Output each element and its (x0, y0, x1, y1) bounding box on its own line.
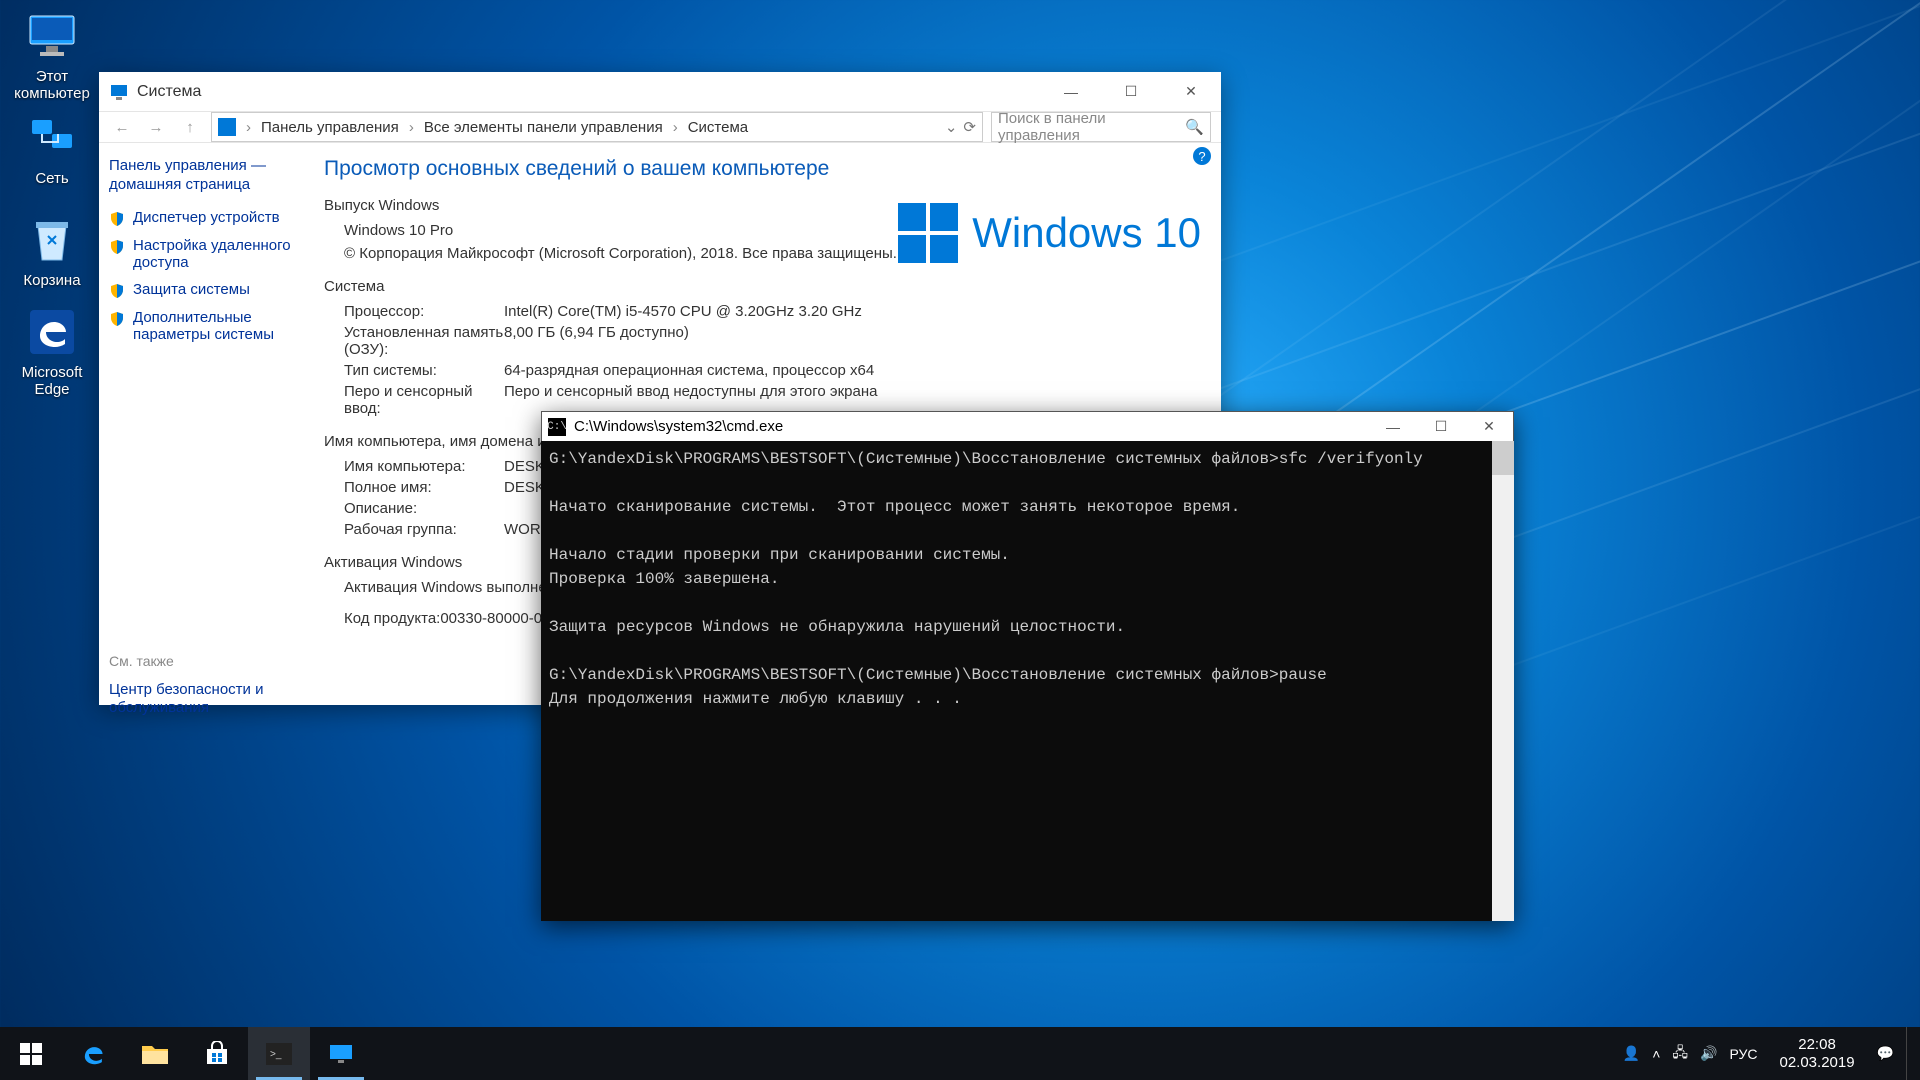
folder-icon (141, 1042, 169, 1066)
shield-icon (109, 239, 125, 255)
sidebar-home-link[interactable]: Панель управления — домашняя страница (109, 157, 294, 195)
action-center-icon[interactable]: 💬 (1877, 1045, 1894, 1062)
page-title: Просмотр основных сведений о вашем компь… (324, 157, 1201, 181)
taskbar-edge[interactable] (62, 1027, 124, 1080)
value-type: 64-разрядная операционная система, проце… (504, 362, 1201, 379)
recycle-bin-icon (24, 212, 80, 268)
taskbar-cmd[interactable]: >_ (248, 1027, 310, 1080)
shield-icon (109, 283, 125, 299)
tray-chevron-icon[interactable]: ˄ (1652, 1046, 1660, 1062)
cmd-window: C:\ C:\Windows\system32\cmd.exe — ☐ ✕ G:… (541, 411, 1514, 921)
cmd-icon: C:\ (548, 418, 566, 436)
desktop-icon-label: Этот компьютер (2, 68, 102, 103)
search-icon: 🔍 (1185, 118, 1204, 136)
svg-text:>_: >_ (270, 1049, 282, 1060)
desktop-icon-this-pc[interactable]: Этот компьютер (2, 8, 102, 103)
system-tray: 👤 ˄ 🖧 🔊 РУС 22:08 02.03.2019 💬 (1623, 1027, 1920, 1080)
titlebar[interactable]: Система — ☐ ✕ (99, 72, 1221, 112)
maximize-button[interactable]: ☐ (1417, 412, 1465, 442)
cmd-output[interactable]: G:\YandexDisk\PROGRAMS\BESTSOFT\(Системн… (541, 441, 1492, 921)
address-bar: ← → ↑ › Панель управления › Все элементы… (99, 112, 1221, 143)
desktop-icon-label: Корзина (2, 272, 102, 289)
monitor-icon (24, 8, 80, 64)
close-button[interactable]: ✕ (1465, 412, 1513, 442)
value-cpu: Intel(R) Core(TM) i5-4570 CPU @ 3.20GHz … (504, 303, 1201, 320)
cmd-titlebar[interactable]: C:\ C:\Windows\system32\cmd.exe — ☐ ✕ (541, 411, 1514, 441)
breadcrumb[interactable]: › Панель управления › Все элементы панел… (211, 112, 983, 142)
close-button[interactable]: ✕ (1161, 72, 1221, 112)
desktop-icon-recycle[interactable]: Корзина (2, 212, 102, 289)
windows-icon (20, 1043, 42, 1065)
tray-language[interactable]: РУС (1729, 1046, 1757, 1062)
up-button[interactable]: ↑ (177, 114, 203, 140)
forward-button[interactable]: → (143, 114, 169, 140)
taskbar: >_ 👤 ˄ 🖧 🔊 РУС 22:08 02.03.2019 💬 (0, 1027, 1920, 1080)
minimize-button[interactable]: — (1041, 72, 1101, 112)
desktop-icon-label: Сеть (2, 170, 102, 187)
search-input[interactable]: Поиск в панели управления 🔍 (991, 112, 1211, 142)
help-icon[interactable]: ? (1193, 147, 1211, 165)
tray-network-icon[interactable]: 🖧 (1672, 1042, 1688, 1066)
system-icon (109, 82, 129, 102)
minimize-button[interactable]: — (1369, 412, 1417, 442)
back-button[interactable]: ← (109, 114, 135, 140)
cmd-title-text: C:\Windows\system32\cmd.exe (574, 418, 783, 435)
dropdown-icon[interactable]: ⌄ (945, 118, 958, 136)
tray-volume-icon[interactable]: 🔊 (1700, 1045, 1717, 1062)
sidebar: Панель управления — домашняя страница Ди… (99, 143, 304, 732)
maximize-button[interactable]: ☐ (1101, 72, 1161, 112)
taskbar-store[interactable] (186, 1027, 248, 1080)
windows-logo: Windows 10 (898, 203, 1201, 263)
desktop-icon-network[interactable]: Сеть (2, 110, 102, 187)
network-icon (24, 110, 80, 166)
monitor-icon (328, 1043, 354, 1065)
see-also-label: См. также (109, 653, 294, 669)
sidebar-item-remote[interactable]: Настройка удаленного доступа (109, 237, 294, 271)
tray-people-icon[interactable]: 👤 (1623, 1045, 1640, 1062)
sidebar-item-advanced[interactable]: Дополнительные параметры системы (109, 309, 294, 343)
taskbar-explorer[interactable] (124, 1027, 186, 1080)
window-title: Система (137, 83, 201, 101)
system-section: Система (324, 278, 1201, 295)
activation-status: Активация Windows выполнена (344, 579, 567, 596)
clock[interactable]: 22:08 02.03.2019 (1769, 1036, 1864, 1071)
scrollbar-thumb[interactable] (1492, 441, 1514, 475)
sidebar-item-device-manager[interactable]: Диспетчер устройств (109, 209, 294, 227)
sidebar-item-protection[interactable]: Защита системы (109, 281, 294, 299)
security-center-link[interactable]: Центр безопасности и обслуживания (109, 681, 294, 719)
control-panel-icon (218, 118, 236, 136)
shield-icon (109, 311, 125, 327)
shield-icon (109, 211, 125, 227)
cmd-icon: >_ (266, 1043, 292, 1065)
value-ram: 8,00 ГБ (6,94 ГБ доступно) (504, 324, 1201, 358)
desktop-icon-edge[interactable]: Microsoft Edge (2, 304, 102, 399)
show-desktop-button[interactable] (1906, 1027, 1914, 1080)
start-button[interactable] (0, 1027, 62, 1080)
refresh-icon[interactable]: ⟳ (963, 118, 976, 136)
scrollbar[interactable] (1492, 441, 1514, 921)
edge-icon (78, 1039, 108, 1069)
taskbar-system[interactable] (310, 1027, 372, 1080)
store-icon (204, 1041, 230, 1067)
edge-icon (24, 304, 80, 360)
desktop-icon-label: Microsoft Edge (2, 364, 102, 399)
windows-logo-icon (898, 203, 958, 263)
